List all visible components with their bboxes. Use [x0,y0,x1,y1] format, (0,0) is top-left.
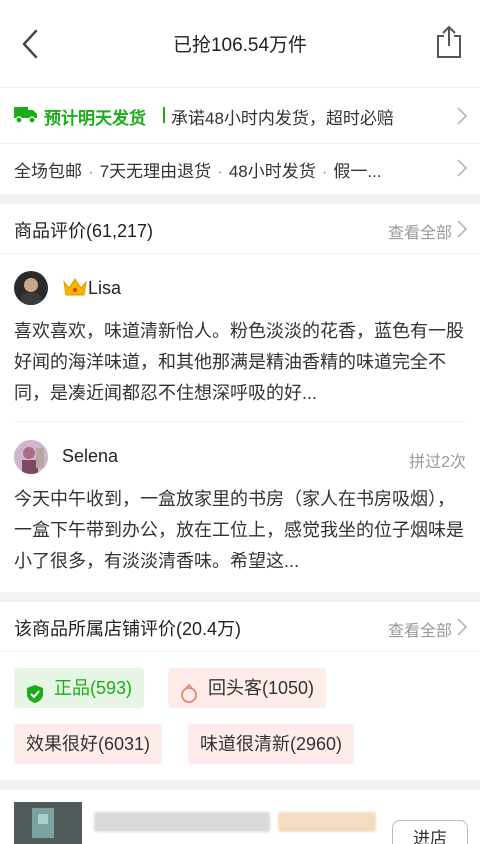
tag-repeat-customer[interactable]: 回头客(1050) [168,668,327,708]
chevron-right-icon [456,617,468,637]
reviewer-name: Lisa [88,278,122,298]
shop-reviews-title: 该商品所属店铺评价(20.4万) [14,619,242,639]
tag-genuine[interactable]: 正品(593) [14,668,145,708]
avatar [14,271,48,305]
tag-effective[interactable]: 效果很好(6031) [14,724,163,764]
review-text: 喜欢喜欢，味道清新怡人。粉色淡淡的花香，蓝色有一股好闻的海洋味道，和其他那满是精… [14,321,464,403]
reviews-title: 商品评价(61,217) [14,221,154,241]
service-item: 7天无理由退货 [99,162,212,181]
share-icon[interactable] [434,24,464,60]
chevron-right-icon [456,219,468,239]
truck-icon [14,106,38,124]
tag-label: 回头客(1050) [208,678,315,698]
tag-label: 正品(593) [54,678,133,698]
repeat-purchase-badge: 拼过2次 [409,454,466,471]
divider [163,107,165,123]
service-item: 全场包邮 [14,162,82,181]
shop-reviews-header[interactable]: 该商品所属店铺评价(20.4万) 查看全部 [0,602,480,652]
store-badge-blurred [278,812,376,832]
shipping-estimate: 预计明天发货 [44,109,146,128]
see-all-shop-reviews-link[interactable]: 查看全部 [388,617,452,641]
ring-icon [180,678,198,703]
service-item: 假一... [333,162,382,181]
crown-icon [62,276,88,298]
reviews-header[interactable]: 商品评价(61,217) 查看全部 [0,204,480,254]
header-bar: 已抢106.54万件 [0,0,480,88]
shipping-row[interactable]: 预计明天发货 承诺48小时内发货，超时必赔 [0,88,480,144]
review-item[interactable]: Selena 拼过2次 今天中午收到，一盒放家里的书房（家人在书房吸烟），一盒下… [0,422,480,592]
reviewer-name: Selena [62,446,119,466]
shipping-promise: 承诺48小时内发货，超时必赔 [171,109,394,128]
tag-fresh-scent[interactable]: 味道很清新(2960) [188,724,355,764]
store-name-blurred [94,812,270,832]
see-all-reviews-link[interactable]: 查看全部 [388,219,452,243]
page-title: 已抢106.54万件 [172,35,308,56]
review-item[interactable]: Lisa 喜欢喜欢，味道清新怡人。粉色淡淡的花香，蓝色有一股好闻的海洋味道，和其… [0,254,480,422]
chevron-right-icon [456,158,468,178]
service-list: 全场包邮 · 7天无理由退货 · 48小时发货 · 假一... [14,162,382,181]
shop-reviews-section: 该商品所属店铺评价(20.4万) 查看全部 正品(593) 回头客(1050) … [0,602,480,780]
service-item: 48小时发货 [228,162,316,181]
store-card: 进店 [0,790,480,844]
product-reviews-section: 商品评价(61,217) 查看全部 Lisa 喜欢喜欢，味道清新怡人。粉色淡淡的… [0,204,480,592]
enter-store-button[interactable]: 进店 [392,820,468,844]
service-guarantees-row[interactable]: 全场包邮 · 7天无理由退货 · 48小时发货 · 假一... [0,144,480,194]
shield-check-icon [26,678,44,703]
chevron-right-icon [456,106,468,126]
avatar [14,440,48,474]
review-text: 今天中午收到，一盒放家里的书房（家人在书房吸烟），一盒下午带到办公，放在工位上，… [14,489,464,571]
store-logo [14,802,82,844]
